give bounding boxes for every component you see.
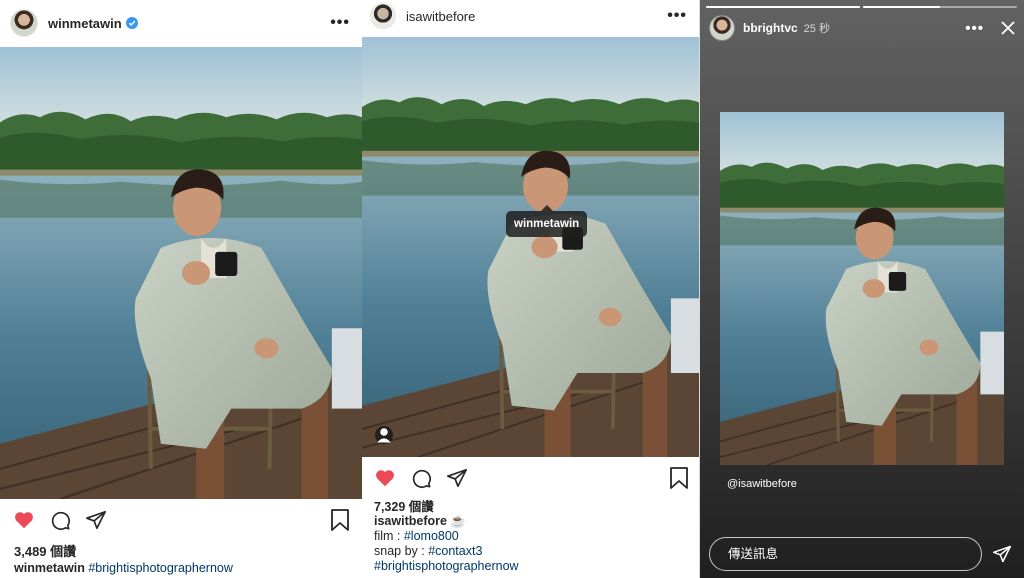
comment-icon[interactable] xyxy=(409,466,433,490)
user-tag-bubble[interactable]: winmetawin xyxy=(506,205,588,237)
bookmark-icon[interactable] xyxy=(329,508,351,532)
story-header: bbrightvc 25 秒 ••• xyxy=(700,10,1024,46)
heart-icon[interactable] xyxy=(12,508,36,532)
post-actions xyxy=(373,466,481,490)
caption-username[interactable]: winmetawin xyxy=(14,561,85,575)
send-message-input[interactable]: 傳送訊息 xyxy=(709,537,982,571)
more-options-icon[interactable]: ••• xyxy=(330,15,350,31)
story-progress-segment xyxy=(863,6,1017,8)
story-shared-photo[interactable] xyxy=(720,112,1004,465)
post-header: winmetawin ••• xyxy=(0,0,362,46)
send-icon[interactable] xyxy=(992,544,1012,564)
avatar[interactable] xyxy=(10,9,38,37)
caption-line-film: film : xyxy=(374,529,404,543)
share-icon[interactable] xyxy=(84,508,108,532)
user-tag-icon[interactable] xyxy=(375,426,393,444)
verified-badge-icon xyxy=(125,17,138,29)
story-mention[interactable]: @isawitbefore xyxy=(727,478,797,490)
post-caption: winmetawin #brightisphotographernow xyxy=(14,561,233,576)
likes-count[interactable]: 7,329 個讚 xyxy=(374,496,434,515)
bookmark-icon[interactable] xyxy=(668,466,690,490)
close-icon[interactable] xyxy=(1000,20,1016,36)
story-progress-fill xyxy=(863,6,940,8)
story-timestamp: 25 秒 xyxy=(803,23,830,35)
post-photo[interactable] xyxy=(0,47,362,499)
more-options-icon[interactable]: ••• xyxy=(667,8,687,24)
post-actions xyxy=(12,508,120,532)
hashtag-link[interactable]: #brightisphotographernow xyxy=(374,559,519,573)
hashtag-link[interactable]: #lomo800 xyxy=(404,529,459,543)
story-viewer: bbrightvc 25 秒 ••• @isawitbefore 傳送訊息 xyxy=(700,0,1024,578)
hashtag-link[interactable]: #brightisphotographernow xyxy=(88,561,233,575)
story-progress-fill xyxy=(706,6,860,8)
story-progress-segment xyxy=(706,6,860,8)
story-username[interactable]: bbrightvc xyxy=(743,21,798,35)
share-icon[interactable] xyxy=(445,466,469,490)
post-photo[interactable]: winmetawin xyxy=(362,37,699,457)
caption-username[interactable]: isawitbefore xyxy=(374,514,447,528)
heart-icon[interactable] xyxy=(373,466,397,490)
post-header: isawitbefore ••• xyxy=(362,0,699,32)
coffee-emoji: ☕ xyxy=(450,514,466,528)
likes-count[interactable]: 3,489 個讚 xyxy=(14,541,76,560)
post-panel-isawitbefore: isawitbefore ••• winmetawin 7,329 個讚 isa… xyxy=(362,0,699,578)
hashtag-link[interactable]: #contaxt3 xyxy=(428,544,482,558)
post-username[interactable]: winmetawin xyxy=(48,16,122,31)
avatar[interactable] xyxy=(709,15,735,41)
post-username[interactable]: isawitbefore xyxy=(406,9,475,24)
caption-line-snap: snap by : xyxy=(374,544,429,558)
post-panel-winmetawin: winmetawin ••• 3,489 個讚 winmetawin #brig… xyxy=(0,0,362,578)
post-caption: isawitbefore ☕ film : #lomo800 snap by :… xyxy=(374,514,519,574)
comment-icon[interactable] xyxy=(48,508,72,532)
avatar[interactable] xyxy=(370,3,396,29)
more-options-icon[interactable]: ••• xyxy=(965,20,984,37)
